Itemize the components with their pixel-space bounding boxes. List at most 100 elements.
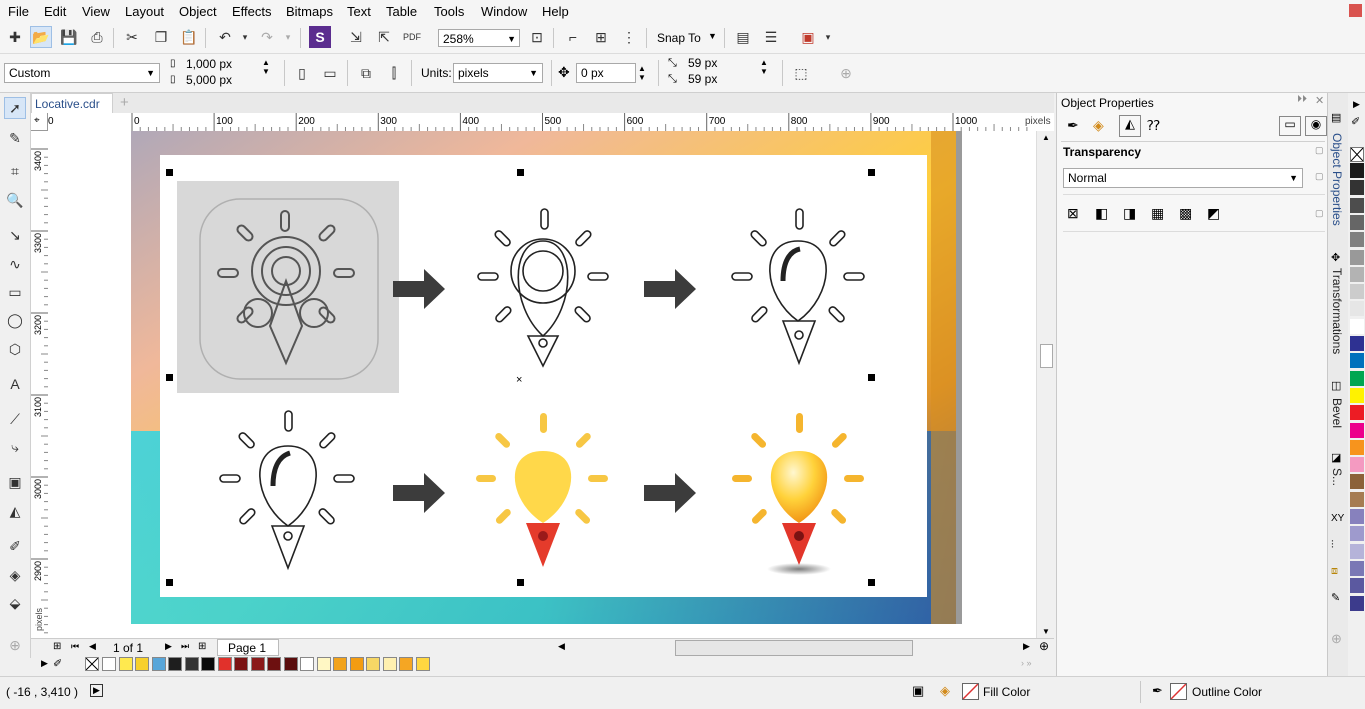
last-page-icon[interactable]: ⏭ bbox=[181, 641, 189, 652]
menu-text[interactable]: Text bbox=[347, 4, 371, 19]
undo-dropdown-icon[interactable]: ▾ bbox=[234, 26, 256, 48]
user-icon[interactable] bbox=[1349, 4, 1362, 17]
treat-as-filled-icon[interactable]: ⬚ bbox=[790, 62, 812, 84]
snap-to-button[interactable]: Snap To bbox=[657, 31, 701, 45]
quick-customize-icon[interactable]: ⊕ bbox=[835, 62, 857, 84]
no-color-right-swatch[interactable] bbox=[1350, 147, 1364, 162]
vertical-ruler[interactable]: 3400 3300 3200 3100 3000 2900 pixels bbox=[31, 131, 49, 638]
parallel-dimension-icon[interactable]: ⟋ bbox=[4, 408, 26, 430]
prev-page-icon[interactable]: ◀ bbox=[89, 641, 96, 652]
corel-connect-icon[interactable]: S bbox=[309, 26, 331, 48]
hints-tab-icon[interactable]: ✎ bbox=[1331, 591, 1340, 604]
right-palette-swatch[interactable] bbox=[1350, 595, 1364, 611]
drawing-canvas[interactable]: × bbox=[48, 131, 1036, 638]
crop-tool-icon[interactable]: ⌗ bbox=[4, 160, 26, 182]
transparency-section-toggle-icon[interactable]: ▢ bbox=[1315, 145, 1324, 156]
menu-window[interactable]: Window bbox=[481, 4, 527, 19]
units-select[interactable]: pixels ▼ bbox=[453, 63, 543, 83]
page-height-field[interactable]: 5,000 px bbox=[182, 73, 262, 89]
save-icon[interactable]: 💾 bbox=[58, 26, 80, 48]
next-page-icon[interactable]: ▶ bbox=[165, 641, 172, 652]
zoom-fit-icon[interactable]: ⊡ bbox=[526, 26, 548, 48]
scroll-right-icon[interactable]: ▶ bbox=[1023, 641, 1030, 652]
add-page-after-icon[interactable]: ⊞ bbox=[198, 641, 206, 652]
right-palette-swatch[interactable] bbox=[1350, 336, 1364, 351]
rulers-icon[interactable]: ⌐ bbox=[562, 26, 584, 48]
zoom-tool-icon[interactable]: 🔍 bbox=[4, 189, 26, 211]
right-palette-swatch[interactable] bbox=[1350, 509, 1364, 524]
menu-tools[interactable]: Tools bbox=[434, 4, 464, 19]
right-palette-swatch[interactable] bbox=[1350, 318, 1364, 334]
menu-bitmaps[interactable]: Bitmaps bbox=[286, 4, 333, 19]
palette-swatch[interactable] bbox=[201, 657, 215, 671]
application-launcher-icon[interactable]: ☰ bbox=[760, 26, 782, 48]
menu-effects[interactable]: Effects bbox=[232, 4, 272, 19]
right-palette-swatch[interactable] bbox=[1350, 232, 1364, 248]
color-styles-tab-icon[interactable]: ⧈ bbox=[1331, 565, 1338, 578]
polygon-tool-icon[interactable]: ⬡ bbox=[4, 338, 26, 360]
landscape-icon[interactable]: ▭ bbox=[319, 62, 341, 84]
right-palette-swatch[interactable] bbox=[1350, 491, 1364, 507]
open-icon[interactable]: 📂 bbox=[30, 26, 52, 48]
guidelines-icon[interactable]: ⋮ bbox=[618, 26, 640, 48]
palette-swatch[interactable] bbox=[283, 657, 298, 671]
coordinates-tab-icon[interactable]: XY bbox=[1331, 513, 1344, 524]
redo-dropdown-icon[interactable]: ▾ bbox=[277, 26, 299, 48]
cut-icon[interactable]: ✂ bbox=[121, 26, 143, 48]
page-tab[interactable]: Page 1 bbox=[217, 639, 279, 656]
object-properties-tab-icon[interactable]: ▤ bbox=[1331, 111, 1341, 124]
new-document-icon[interactable]: ✚ bbox=[4, 26, 26, 48]
ellipse-tool-icon[interactable]: ◯ bbox=[4, 309, 26, 331]
palette-eyedropper-icon[interactable]: ✐ bbox=[53, 657, 62, 670]
palette-swatch[interactable] bbox=[250, 657, 265, 671]
export-icon[interactable]: ⇱ bbox=[373, 26, 395, 48]
right-palette-swatch[interactable] bbox=[1350, 543, 1364, 559]
right-palette-swatch[interactable] bbox=[1350, 457, 1364, 473]
vector-pattern-transparency-icon[interactable]: ▦ bbox=[1151, 205, 1164, 222]
palette-scroll-icon[interactable]: › » bbox=[1021, 658, 1032, 668]
width-spinner-icon[interactable]: ▲ ▼ bbox=[262, 58, 270, 76]
styles-tab-icon[interactable]: ◪ bbox=[1331, 451, 1341, 464]
menu-object[interactable]: Object bbox=[179, 4, 217, 19]
bevel-tab-icon[interactable]: ◫ bbox=[1331, 379, 1341, 392]
outline-category-icon[interactable]: ✒ bbox=[1067, 117, 1079, 134]
add-tool-icon[interactable]: ⊕ bbox=[4, 634, 26, 656]
menu-table[interactable]: Table bbox=[386, 4, 417, 19]
nudge-spinner-icon[interactable]: ▲ ▼ bbox=[638, 64, 646, 82]
ruler-origin[interactable]: ⌖ bbox=[31, 113, 48, 131]
palette-swatch[interactable] bbox=[300, 657, 314, 671]
mode-toggle-icon[interactable]: ▢ bbox=[1315, 171, 1324, 182]
frame-icon[interactable]: ▭ bbox=[1279, 116, 1301, 136]
right-palette-swatch[interactable] bbox=[1350, 249, 1364, 265]
zoom-navigator-icon[interactable]: ⊕ bbox=[1039, 639, 1049, 653]
current-page-icon[interactable]: ⫿ bbox=[383, 62, 405, 84]
palette-swatch[interactable] bbox=[102, 657, 116, 671]
publish-pdf-icon[interactable]: PDF bbox=[401, 26, 423, 48]
palette-swatch[interactable] bbox=[366, 657, 380, 671]
page-width-field[interactable]: 1,000 px bbox=[182, 57, 262, 73]
view-icon[interactable]: ◉ bbox=[1305, 116, 1327, 136]
palette-up-icon[interactable]: ▶ bbox=[1353, 99, 1360, 110]
right-palette-swatch[interactable] bbox=[1350, 214, 1364, 230]
outline-color-swatch[interactable] bbox=[1170, 683, 1187, 700]
tab-transformations[interactable]: Transformations bbox=[1330, 268, 1344, 354]
smart-fill-icon[interactable]: ⬙ bbox=[4, 592, 26, 614]
no-color-swatch[interactable] bbox=[85, 657, 99, 671]
rectangle-tool-icon[interactable]: ▭ bbox=[4, 281, 26, 303]
palette-swatch[interactable] bbox=[349, 657, 364, 671]
nudge-field[interactable]: 0 px bbox=[576, 63, 636, 83]
horizontal-ruler[interactable]: 0 0 100 200 300 400 500 600 700 800 900 1000 pixels bbox=[48, 113, 1054, 132]
right-palette-swatch[interactable] bbox=[1350, 163, 1364, 178]
import-icon[interactable]: ⇲ bbox=[345, 26, 367, 48]
all-pages-icon[interactable]: ⧉ bbox=[355, 62, 377, 84]
palette-swatch[interactable] bbox=[333, 657, 347, 671]
right-palette-swatch[interactable] bbox=[1350, 284, 1364, 300]
print-icon[interactable]: ⎙ bbox=[86, 26, 108, 48]
palette-swatch[interactable] bbox=[151, 657, 166, 671]
palette-swatch[interactable] bbox=[267, 657, 281, 671]
palette-eyedropper-right-icon[interactable]: ✐ bbox=[1351, 115, 1360, 128]
object-info-icon[interactable]: ▣ bbox=[912, 683, 924, 699]
menu-layout[interactable]: Layout bbox=[125, 4, 164, 19]
transparency-category-icon[interactable]: ◭ bbox=[1119, 115, 1141, 137]
palette-swatch[interactable] bbox=[184, 657, 199, 671]
